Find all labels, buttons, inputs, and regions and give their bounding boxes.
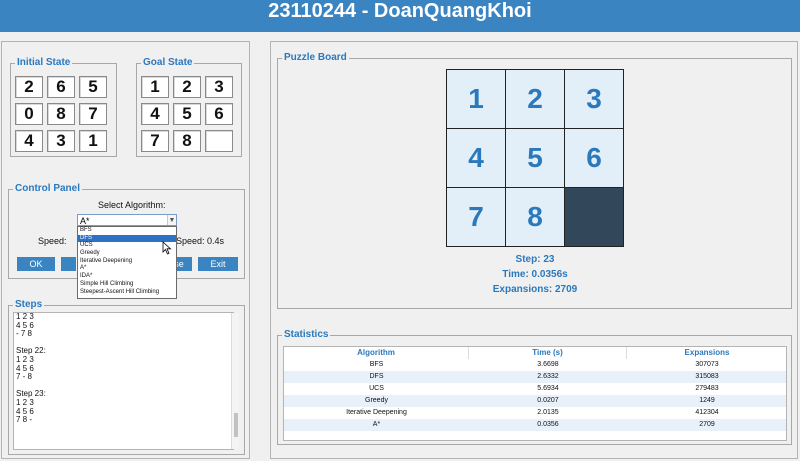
dropdown-option-astar[interactable]: A* <box>78 265 176 273</box>
select-algorithm-label: Select Algorithm: <box>98 200 166 210</box>
table-cell: UCS <box>369 385 384 392</box>
table-cell: 0.0356 <box>537 421 559 428</box>
statistics-title: Statistics <box>282 328 331 342</box>
board-tile-7[interactable]: 7 <box>447 188 505 246</box>
board-tile-8[interactable]: 8 <box>506 188 564 246</box>
puzzle-board-title: Puzzle Board <box>282 51 349 65</box>
table-row[interactable]: Greedy 0.0207 1249 <box>284 395 786 407</box>
initial-cell-5[interactable]: 8 <box>47 103 75 125</box>
initial-cell-9[interactable]: 1 <box>79 130 107 152</box>
window-title: 23110244 - DoanQuangKhoi <box>268 0 532 22</box>
table-cell: Greedy <box>365 397 388 404</box>
table-cell: 3.6698 <box>537 361 559 368</box>
table-cell: 0.0207 <box>537 397 559 404</box>
table-cell: DFS <box>369 373 384 380</box>
goal-cell-9[interactable] <box>205 130 233 152</box>
algorithm-dropdown-list: BFS DFS UCS Greedy Iterative Deepening A… <box>77 226 177 299</box>
control-panel-title: Control Panel <box>13 182 83 196</box>
steps-title: Steps <box>13 298 45 312</box>
board-tile-2[interactable]: 2 <box>506 70 564 128</box>
table-cell: 279483 <box>695 385 719 392</box>
table-row[interactable]: DFS 2.6332 315083 <box>284 371 786 383</box>
initial-cell-3[interactable]: 5 <box>79 76 107 98</box>
initial-cell-1[interactable]: 2 <box>15 76 43 98</box>
table-cell: 2709 <box>699 421 715 428</box>
chevron-down-icon[interactable]: ▼ <box>167 215 176 225</box>
table-cell: 315083 <box>695 373 719 380</box>
board-tile-empty[interactable] <box>565 188 623 246</box>
dropdown-option-bfs[interactable]: BFS <box>78 227 176 235</box>
table-cell: 307073 <box>695 361 719 368</box>
column-header-algorithm[interactable]: Algorithm <box>284 347 469 359</box>
dropdown-option-iterative-deepening[interactable]: Iterative Deepening <box>78 258 176 266</box>
goal-cell-2[interactable]: 2 <box>173 76 201 98</box>
steps-text[interactable]: 1 2 3 4 5 6 - 7 8 Step 22: 1 2 3 4 5 6 7… <box>13 312 234 450</box>
goal-cell-3[interactable]: 3 <box>205 76 233 98</box>
table-cell: BFS <box>369 361 384 368</box>
algorithm-select-value: A* <box>80 216 90 226</box>
initial-cell-2[interactable]: 6 <box>47 76 75 98</box>
goal-state-grid: 1 2 3 4 5 6 7 8 <box>141 76 233 152</box>
table-cell: Iterative Deepening <box>346 409 407 416</box>
board-tile-5[interactable]: 5 <box>506 129 564 187</box>
mouse-cursor-icon <box>162 241 172 255</box>
table-cell: 5.6934 <box>537 385 559 392</box>
table-cell: A* <box>372 421 381 428</box>
table-cell: 1249 <box>699 397 715 404</box>
board-tile-4[interactable]: 4 <box>447 129 505 187</box>
dropdown-option-steepest-ascent-hill-climbing[interactable]: Steepest-Ascent Hill Climbing <box>78 289 176 297</box>
table-cell: 2.6332 <box>537 373 559 380</box>
board-tile-1[interactable]: 1 <box>447 70 505 128</box>
table-row[interactable]: UCS 5.6934 279483 <box>284 383 786 395</box>
initial-state-grid: 2 6 5 0 8 7 4 3 1 <box>15 76 107 152</box>
steps-scrollbar-thumb[interactable] <box>234 413 238 437</box>
initial-cell-4[interactable]: 0 <box>15 103 43 125</box>
goal-cell-6[interactable]: 6 <box>205 103 233 125</box>
initial-cell-7[interactable]: 4 <box>15 130 43 152</box>
goal-state-group: Goal State 1 2 3 4 5 6 7 8 <box>136 56 242 157</box>
goal-cell-4[interactable]: 4 <box>141 103 169 125</box>
window-title-bar: 23110244 - DoanQuangKhoi <box>0 0 800 32</box>
board-tile-6[interactable]: 6 <box>565 129 623 187</box>
initial-state-group: Initial State 2 6 5 0 8 7 4 3 1 <box>10 56 117 157</box>
dropdown-option-simple-hill-climbing[interactable]: Simple Hill Climbing <box>78 281 176 289</box>
initial-cell-8[interactable]: 3 <box>47 130 75 152</box>
goal-state-title: Goal State <box>141 56 195 70</box>
algorithm-select[interactable]: A* ▼ <box>77 214 177 226</box>
speed-label: Speed: <box>38 236 67 246</box>
column-header-expansions[interactable]: Expansions <box>627 347 787 359</box>
table-cell: 2.0135 <box>537 409 559 416</box>
table-row[interactable]: A* 0.0356 2709 <box>284 419 786 431</box>
column-header-time[interactable]: Time (s) <box>469 347 627 359</box>
initial-state-title: Initial State <box>15 56 73 70</box>
goal-cell-1[interactable]: 1 <box>141 76 169 98</box>
steps-scrollbar[interactable] <box>231 313 239 449</box>
goal-cell-5[interactable]: 5 <box>173 103 201 125</box>
dropdown-option-idastar[interactable]: IDA* <box>78 273 176 281</box>
table-row[interactable]: Iterative Deepening 2.0135 412304 <box>284 407 786 419</box>
board-tile-3[interactable]: 3 <box>565 70 623 128</box>
table-row[interactable]: BFS 3.6698 307073 <box>284 359 786 371</box>
statistics-table: Algorithm Time (s) Expansions BFS 3.6698… <box>283 346 787 441</box>
puzzle-board-grid: 1 2 3 4 5 6 7 8 <box>446 69 624 247</box>
table-cell: 412304 <box>695 409 719 416</box>
goal-cell-8[interactable]: 8 <box>173 130 201 152</box>
initial-cell-6[interactable]: 7 <box>79 103 107 125</box>
speed-value-label: Speed: 0.4s <box>176 236 225 246</box>
goal-cell-7[interactable]: 7 <box>141 130 169 152</box>
